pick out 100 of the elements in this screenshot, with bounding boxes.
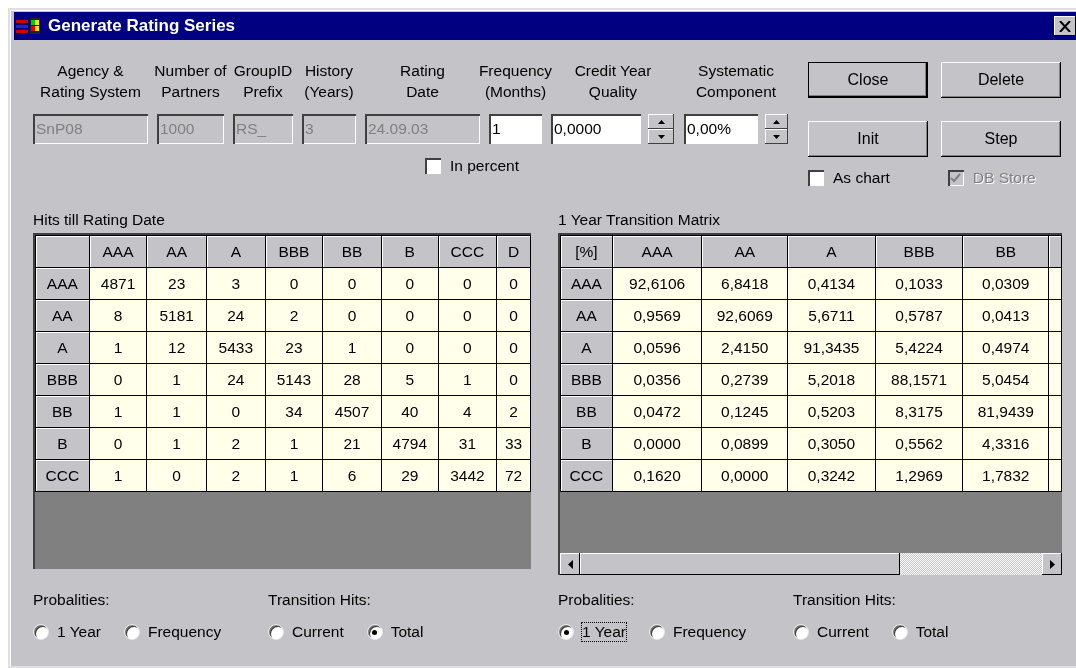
row-header: AAA [560,267,613,300]
row-header: A [560,331,613,364]
column-header: AAA [89,235,147,268]
column-header: BB [962,235,1049,268]
checkmark-icon [950,173,962,183]
table-cell: 5433 [206,331,266,364]
radio-option[interactable]: Total [366,622,425,642]
action-button[interactable]: Delete [941,62,1061,98]
table-cell: 1 [438,363,497,396]
table-cell: 4794 [381,427,439,460]
action-button[interactable]: Close [808,62,928,98]
radio-option[interactable]: Total [891,622,950,642]
table-cell: 92,6106 [612,267,702,300]
table-cell: 0 [265,267,323,300]
table-cell: 4507 [322,395,382,428]
option-checkbox[interactable]: As chart [808,169,890,187]
grid-title: Hits till Rating Date [33,211,166,229]
horizontal-scrollbar[interactable] [560,553,1062,575]
radio-option[interactable]: Frequency [648,622,748,642]
radio-option[interactable]: Current [793,622,870,642]
row-header: AA [35,299,90,332]
in-percent-checkbox[interactable]: In percent [425,157,788,175]
radio-option[interactable]: Frequency [123,622,223,642]
table-cell: 1 [265,427,323,460]
row-header: CCC [35,459,90,492]
input-field[interactable]: 0,00% [684,114,758,144]
table-cell: 0 [381,331,439,364]
table-cell: 0 [381,299,439,332]
spin-control[interactable] [648,114,674,144]
table-cell: 1 [89,331,147,364]
column-header: A [787,235,876,268]
row-header: CCC [560,459,613,492]
table-cell: 5143 [265,363,323,396]
table-cell: 5,4224 [875,331,963,364]
table-cell: 0,5787 [875,299,963,332]
action-button[interactable]: Step [941,121,1061,157]
up-arrow-icon [773,119,780,124]
table-cell: 1,2969 [875,459,963,492]
table-cell: 1 [89,395,147,428]
table-cell: 29 [381,459,439,492]
radio-option[interactable]: 1 Year [33,622,102,642]
input-field[interactable]: 0,0000 [551,114,641,144]
group-label: Transition Hits: [793,591,897,609]
field-label: History (Years) [304,61,354,102]
window-title: Generate Rating Series [48,16,236,36]
column-header: A [206,235,266,268]
column-header: BB [322,235,382,268]
row-header: BBB [560,363,613,396]
column-header: AA [146,235,207,268]
table-cell: 6,8418 [701,267,788,300]
table-cell: 24 [206,363,266,396]
field-label: Rating Date [400,61,445,102]
table-cell: 8,3175 [875,395,963,428]
table-cell: 0,0596 [612,331,702,364]
table-cell: 3442 [438,459,497,492]
up-arrow-icon [657,119,665,124]
table-cell: 1 [146,427,207,460]
app-icon [16,17,42,35]
table-cell: 1,7832 [962,459,1049,492]
table-cell: 0,0000 [612,427,702,460]
table-cell: 5 [381,363,439,396]
spin-control[interactable] [765,114,788,144]
table-cell: 31 [438,427,497,460]
table-cell: 0,5562 [875,427,963,460]
table-cell: 5,2018 [787,363,876,396]
table-cell: 91,3435 [787,331,876,364]
table-cell: 0,1033 [875,267,963,300]
table-cell: 28 [322,363,382,396]
grid-title: 1 Year Transition Matrix [558,211,721,229]
column-header: CCC [438,235,497,268]
table-cell: 1 [322,331,382,364]
field-label: Credit Year Quality [574,61,652,102]
table-cell: 0,2739 [701,363,788,396]
table-cell: 3 [206,267,266,300]
left-arrow-icon [567,559,573,569]
row-header: BBB [35,363,90,396]
table-cell: 0,0899 [701,427,788,460]
row-header: BB [560,395,613,428]
row-header: B [560,427,613,460]
table-cell: 0,1620 [612,459,702,492]
table-cell: 0,0356 [612,363,702,396]
column-header: B [381,235,439,268]
table-cell: 23 [265,331,323,364]
table-cell: 0,0000 [701,459,788,492]
group-label: Probalities: [558,591,636,609]
column-header: AA [701,235,788,268]
radio-option[interactable]: Current [268,622,345,642]
table-cell: 81,9439 [962,395,1049,428]
input-field[interactable]: 1 [489,114,542,144]
table-cell: 0,0472 [612,395,702,428]
table-cell: 2 [206,427,266,460]
table-cell: 1 [146,363,207,396]
table-cell: 4 [438,395,497,428]
table-cell: 0,1245 [701,395,788,428]
table-cell: 2 [206,459,266,492]
table-cell: 40 [381,395,439,428]
table-cell: 88,1571 [875,363,963,396]
action-button[interactable]: Init [808,121,928,157]
table-cell: 4,3316 [962,427,1049,460]
close-icon[interactable] [1054,16,1076,36]
